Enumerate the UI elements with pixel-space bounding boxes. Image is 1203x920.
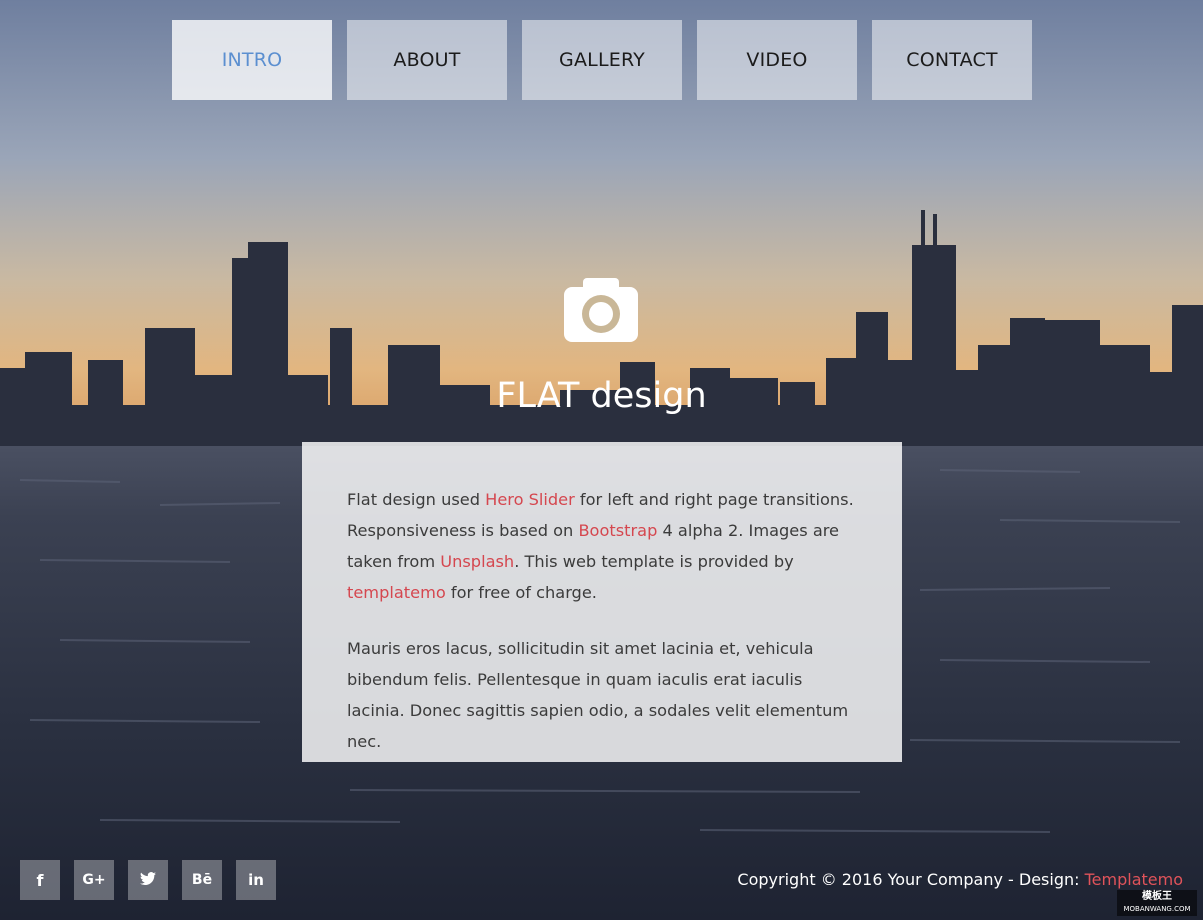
hero-slider-link[interactable]: Hero Slider (485, 490, 575, 509)
unsplash-link[interactable]: Unsplash (440, 552, 514, 571)
intro-card: Flat design used Hero Slider for left an… (302, 442, 902, 762)
copyright-text: Copyright © 2016 Your Company - Design: (737, 870, 1085, 889)
text: . This web template is provided by (514, 552, 794, 571)
text: Flat design used (347, 490, 486, 509)
copyright: Copyright © 2016 Your Company - Design: … (737, 870, 1183, 889)
twitter-button[interactable] (128, 860, 168, 900)
google-plus-icon: G+ (82, 872, 106, 888)
nav-contact[interactable]: CONTACT (872, 20, 1032, 100)
camera-icon (564, 278, 638, 346)
linkedin-icon: in (248, 871, 264, 889)
watermark-line-1: 模板王 (1142, 891, 1172, 902)
google-plus-button[interactable]: G+ (74, 860, 114, 900)
facebook-button[interactable]: f (20, 860, 60, 900)
intro-paragraph-2: Mauris eros lacus, sollicitudin sit amet… (347, 639, 849, 751)
watermark-logo: 模板王 MOBANWANG.COM (1117, 890, 1197, 916)
text: for free of charge. (445, 583, 597, 602)
templatemo-footer-link[interactable]: Templatemo (1085, 870, 1183, 889)
nav-gallery[interactable]: GALLERY (522, 20, 682, 100)
main-nav: INTRO ABOUT GALLERY VIDEO CONTACT (172, 20, 1032, 100)
behance-icon: Bē (191, 872, 213, 888)
watermark-line-2: MOBANWANG.COM (1123, 905, 1191, 913)
linkedin-button[interactable]: in (236, 860, 276, 900)
facebook-icon: f (36, 870, 44, 890)
nav-intro[interactable]: INTRO (172, 20, 332, 100)
nav-about[interactable]: ABOUT (347, 20, 507, 100)
social-links: f G+ Bē in (20, 860, 276, 900)
nav-video[interactable]: VIDEO (697, 20, 857, 100)
intro-paragraph-1: Flat design used Hero Slider for left an… (347, 484, 857, 608)
hero-title: FLAT design (496, 376, 707, 416)
behance-button[interactable]: Bē (182, 860, 222, 900)
twitter-icon (140, 871, 156, 890)
bootstrap-link[interactable]: Bootstrap (578, 521, 657, 540)
templatemo-link[interactable]: templatemo (347, 583, 446, 602)
